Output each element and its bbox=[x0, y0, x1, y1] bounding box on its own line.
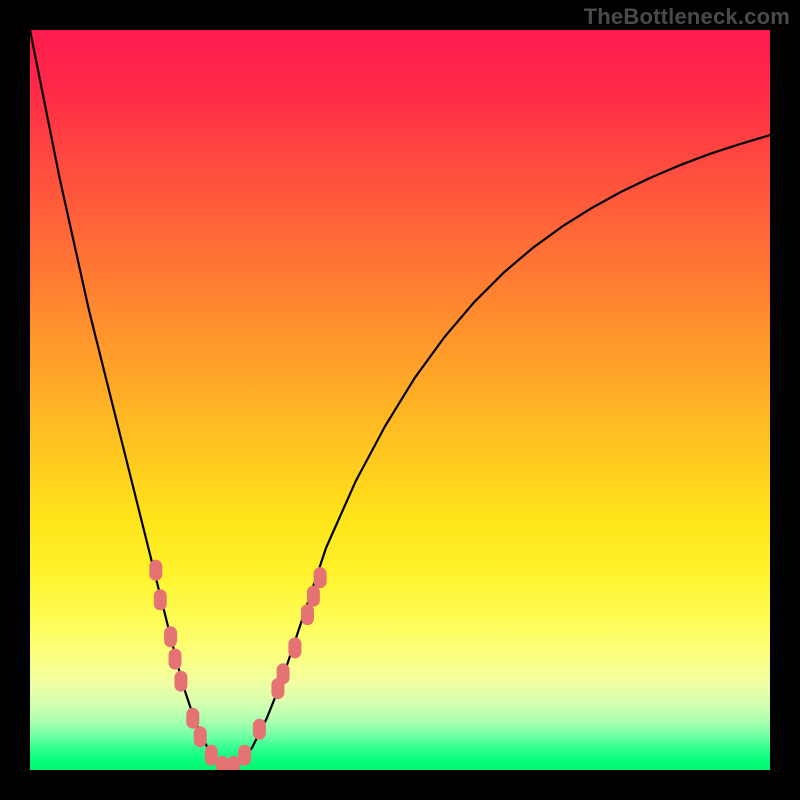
curve-marker bbox=[169, 649, 181, 669]
curve-marker bbox=[194, 727, 206, 747]
curve-marker bbox=[154, 590, 166, 610]
curve-marker bbox=[302, 605, 314, 625]
bottleneck-curve bbox=[30, 30, 770, 770]
chart-overlay bbox=[30, 30, 770, 770]
watermark-text: TheBottleneck.com bbox=[584, 4, 790, 30]
curve-marker bbox=[228, 756, 240, 770]
curve-marker bbox=[165, 627, 177, 647]
plot-area bbox=[30, 30, 770, 770]
curve-marker bbox=[289, 638, 301, 658]
curve-marker bbox=[253, 719, 265, 739]
curve-marker bbox=[205, 745, 217, 765]
curve-marker bbox=[216, 756, 228, 770]
curve-marker bbox=[187, 708, 199, 728]
curve-marker bbox=[150, 560, 162, 580]
curve-markers bbox=[150, 560, 326, 770]
curve-marker bbox=[175, 671, 187, 691]
curve-marker bbox=[307, 586, 319, 606]
curve-marker bbox=[239, 745, 251, 765]
curve-marker bbox=[277, 664, 289, 684]
chart-frame: TheBottleneck.com bbox=[0, 0, 800, 800]
curve-marker bbox=[314, 568, 326, 588]
